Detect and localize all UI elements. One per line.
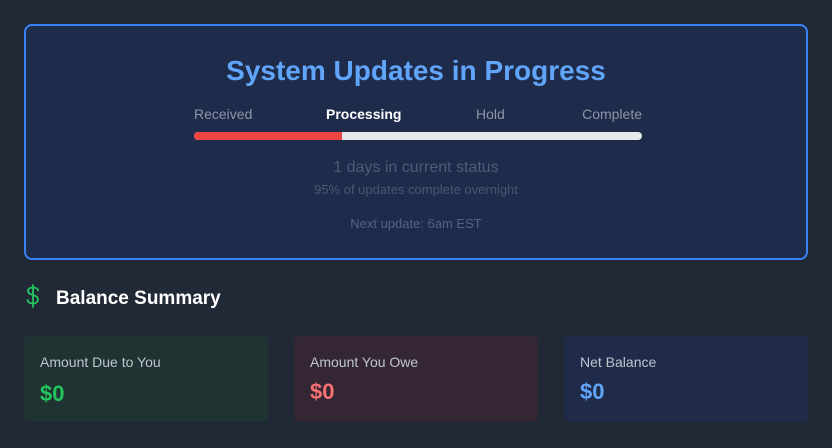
step-complete: Complete [582, 106, 642, 122]
dollar-icon-glyph [26, 284, 39, 308]
amount-due-card: Amount Due to You $0 [24, 336, 268, 422]
balance-summary-title: Balance Summary [56, 288, 221, 309]
amount-due-label: Amount Due to You [40, 354, 161, 370]
net-balance-card: Net Balance $0 [564, 336, 808, 422]
amount-owe-value: $0 [310, 379, 335, 404]
status-title: System Updates in Progress [226, 55, 606, 86]
amount-due-value: $0 [40, 381, 65, 406]
overnight-note: 95% of updates complete overnight [314, 182, 518, 197]
days-in-status: 1 days in current status [333, 159, 499, 176]
status-card: System Updates in Progress Received Proc… [24, 24, 808, 260]
dollar-icon [24, 284, 48, 314]
step-processing: Processing [326, 106, 402, 122]
status-steps: Received Processing Hold Complete [194, 106, 642, 122]
net-balance-value: $0 [580, 379, 605, 404]
step-hold: Hold [476, 106, 505, 122]
progress-bar [194, 132, 642, 140]
amount-owe-card: Amount You Owe $0 [294, 336, 538, 422]
amount-owe-label: Amount You Owe [310, 354, 419, 370]
balance-header: Balance Summary [24, 284, 221, 314]
next-update: Next update: 6am EST [350, 216, 482, 231]
net-balance-label: Net Balance [580, 354, 657, 370]
progress-fill [194, 132, 342, 140]
step-received: Received [194, 106, 253, 122]
